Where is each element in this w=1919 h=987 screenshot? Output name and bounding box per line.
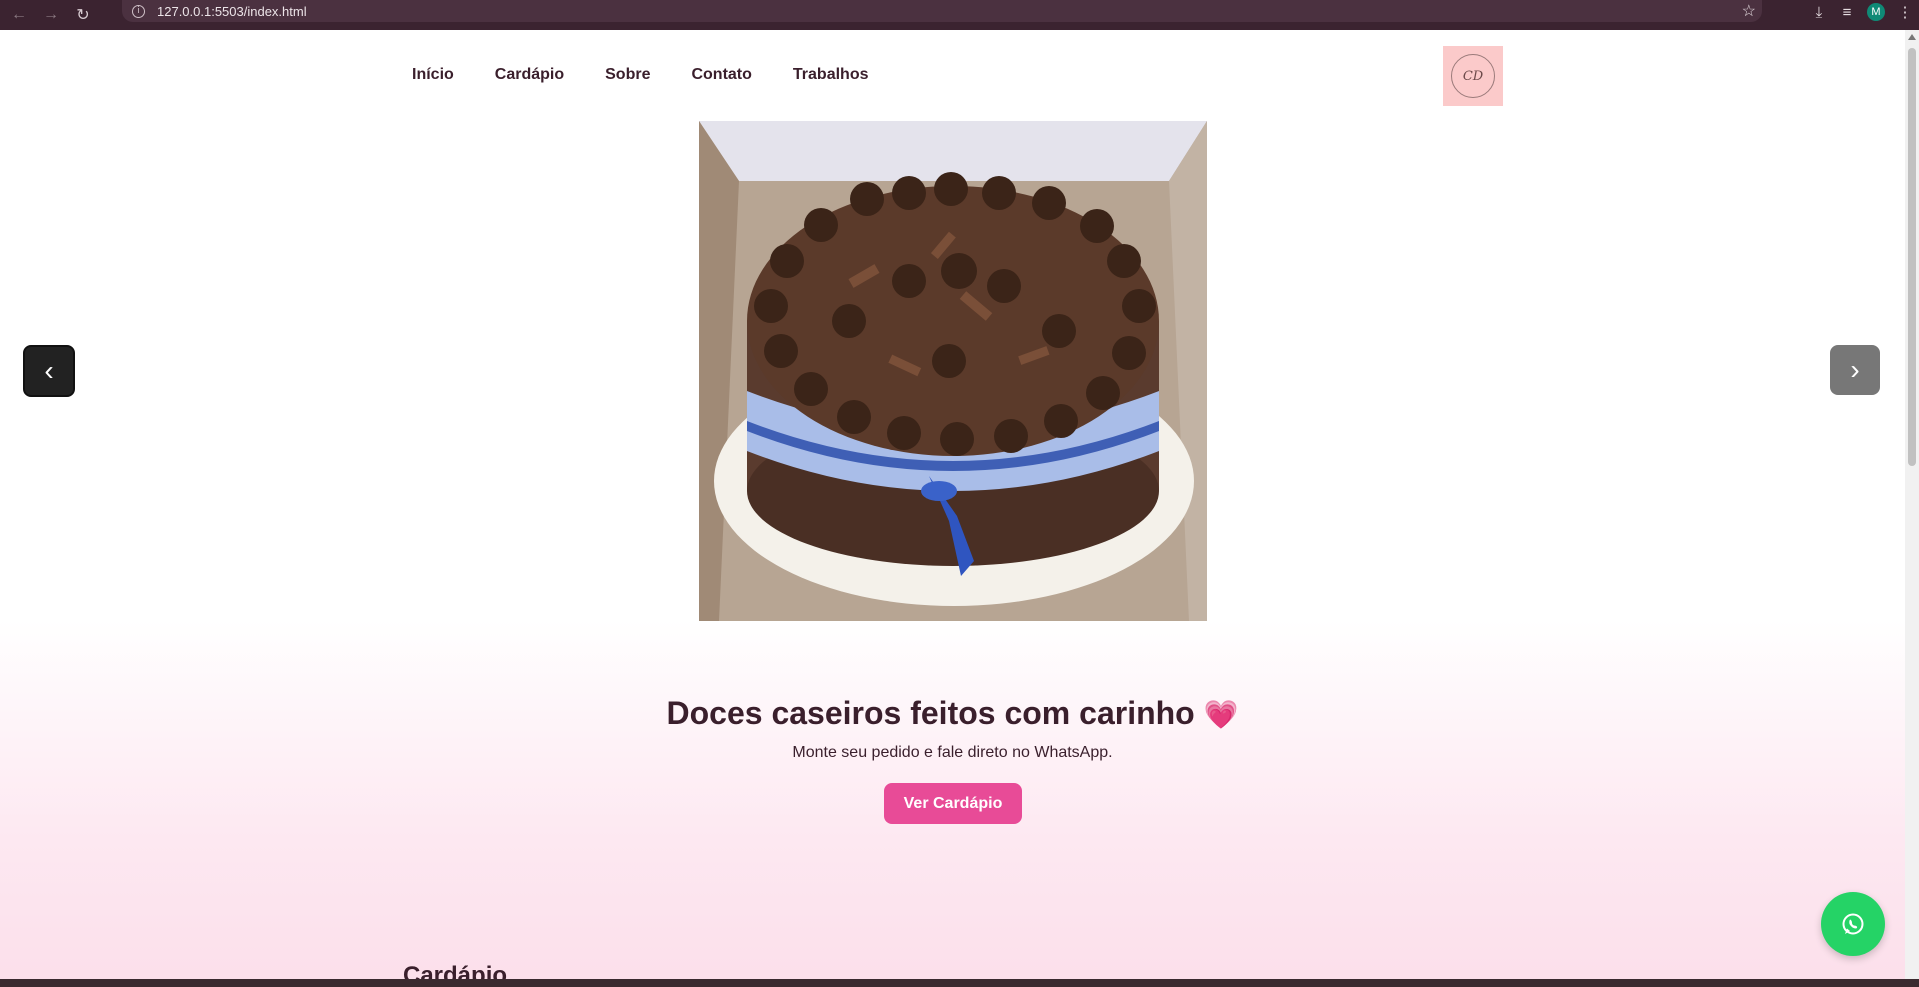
nav-item-sobre[interactable]: Sobre — [605, 66, 650, 84]
forward-icon[interactable]: → — [38, 2, 64, 28]
view-menu-button[interactable]: Ver Cardápio — [884, 783, 1022, 824]
browser-toolbar: ← → ↻ i 127.0.0.1:5503/index.html ☆ ⤓ ≡ … — [0, 0, 1919, 30]
hero-subtitle: Monte seu pedido e fale direto no WhatsA… — [792, 744, 1113, 761]
reload-icon[interactable]: ↻ — [70, 2, 96, 28]
cake-photo — [699, 121, 1207, 621]
logo-monogram: CD — [1451, 54, 1495, 98]
scroll-up-icon[interactable] — [1908, 34, 1916, 40]
media-icon[interactable]: ≡ — [1833, 4, 1861, 21]
scrollbar[interactable] — [1905, 30, 1919, 980]
address-bar[interactable]: i 127.0.0.1:5503/index.html ☆ — [122, 0, 1762, 22]
carousel-next-button[interactable]: › — [1830, 345, 1880, 395]
url-text: 127.0.0.1:5503/index.html — [157, 3, 307, 19]
carousel-prev-button[interactable]: ‹ — [23, 345, 75, 397]
nav-item-cardapio[interactable]: Cardápio — [495, 66, 564, 84]
menu-icon[interactable]: ⋮ — [1891, 3, 1919, 21]
download-icon[interactable]: ⤓ — [1805, 4, 1833, 21]
page: Início Cardápio Sobre Contato Trabalhos … — [0, 30, 1905, 980]
whatsapp-button[interactable] — [1821, 892, 1885, 956]
profile-avatar[interactable]: M — [1867, 3, 1885, 21]
nav-item-inicio[interactable]: Início — [412, 66, 454, 84]
nav-item-trabalhos[interactable]: Trabalhos — [793, 66, 869, 84]
section-title-cardapio: Cardápio — [403, 962, 508, 980]
back-icon[interactable]: ← — [6, 2, 32, 28]
taskbar — [0, 979, 1919, 987]
whatsapp-icon — [1842, 913, 1864, 935]
nav-item-contato[interactable]: Contato — [691, 66, 751, 84]
info-icon[interactable]: i — [132, 4, 145, 18]
star-icon[interactable]: ☆ — [1742, 1, 1756, 21]
scrollbar-thumb[interactable] — [1908, 48, 1916, 466]
carousel-image — [699, 121, 1207, 621]
main-nav: Início Cardápio Sobre Contato Trabalhos — [412, 66, 909, 84]
headline-text: Doces caseiros feitos com carinho — [666, 695, 1195, 731]
heart-icon: 💗 — [1203, 698, 1239, 731]
hero-headline: Doces caseiros feitos com carinho 💗 — [0, 695, 1905, 732]
brand-logo[interactable]: CD — [1443, 46, 1503, 106]
